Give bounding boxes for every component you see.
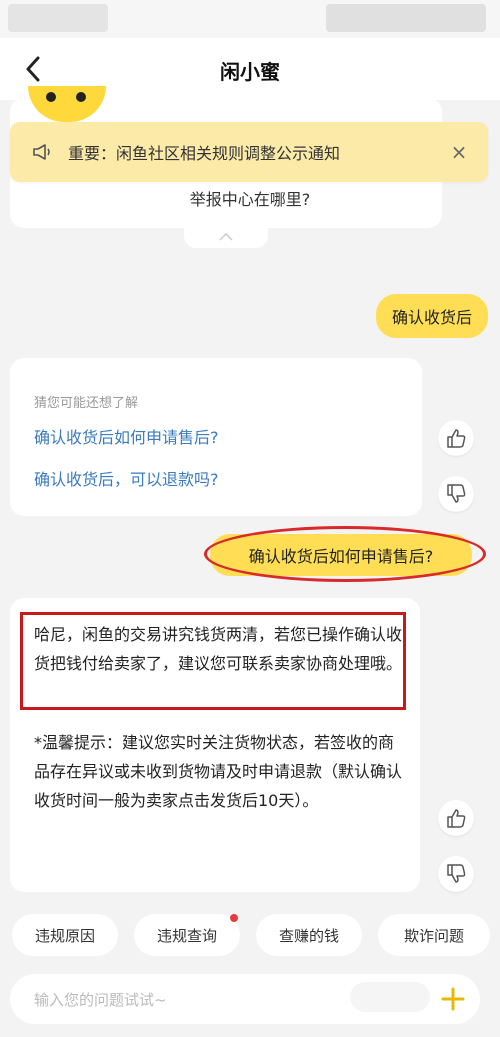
answer-text: 哈尼，闲鱼的交易讲究钱货两清，若您已操作确认收货把钱付给卖家了，建议您可联系卖家… [34,625,403,673]
suggestion-hint: 猜您可能还想了解 [34,396,139,411]
quick-reply-button[interactable]: 欺诈问题 [378,914,490,956]
quick-reply-button[interactable]: 违规查询 [134,914,240,956]
thumbs-down-icon [447,484,466,503]
suggestion-link[interactable]: 确认收货后如何申请售后? [34,424,219,448]
expand-tab[interactable] [184,226,268,248]
thumbs-down-button[interactable] [438,856,474,892]
mascot-eye [46,92,56,102]
status-left-blur [8,4,108,32]
faq-question[interactable]: 举报中心在哪里? [0,186,500,210]
chevron-up-icon [219,233,233,241]
thumbs-up-icon [447,429,466,448]
message-input[interactable] [32,986,396,1014]
tip-text: *温馨提示：建议您实时关注货物状态，若签收的商品存在异议或未收到货物请及时申请退… [34,733,403,810]
quick-reply-button[interactable]: 查赚的钱 [256,914,362,956]
notice-banner[interactable]: 重要：闲鱼社区相关规则调整公示通知 × [10,122,488,182]
answer-card: 哈尼，闲鱼的交易讲究钱货两清，若您已操作确认收货把钱付给卖家了，建议您可联系卖家… [10,598,420,892]
suggestion-card: 猜您可能还想了解 确认收货后如何申请售后? 确认收货后，可以退款吗? [10,358,422,516]
quick-reply-button[interactable]: 违规原因 [12,914,118,956]
close-icon[interactable]: × [444,140,474,164]
status-bar [0,0,500,38]
thumbs-down-icon [447,864,466,883]
watermark [350,982,430,1012]
mascot-eye [76,92,86,102]
highlight-oval [204,526,486,582]
notice-text: 重要：闲鱼社区相关规则调整公示通知 [68,144,341,163]
thumbs-down-button[interactable] [438,476,474,512]
user-message: 确认收货后 [375,294,488,338]
page-title: 闲小蜜 [220,60,280,84]
suggestion-link[interactable]: 确认收货后，可以退款吗? [34,466,219,490]
thumbs-up-button[interactable] [438,420,474,456]
notification-dot [230,914,238,922]
thumbs-up-button[interactable] [438,800,474,836]
thumbs-up-icon [447,809,466,828]
plus-icon [441,987,465,1011]
status-right-blur [326,4,486,32]
plus-button[interactable] [436,982,470,1016]
megaphone-icon [32,143,60,161]
